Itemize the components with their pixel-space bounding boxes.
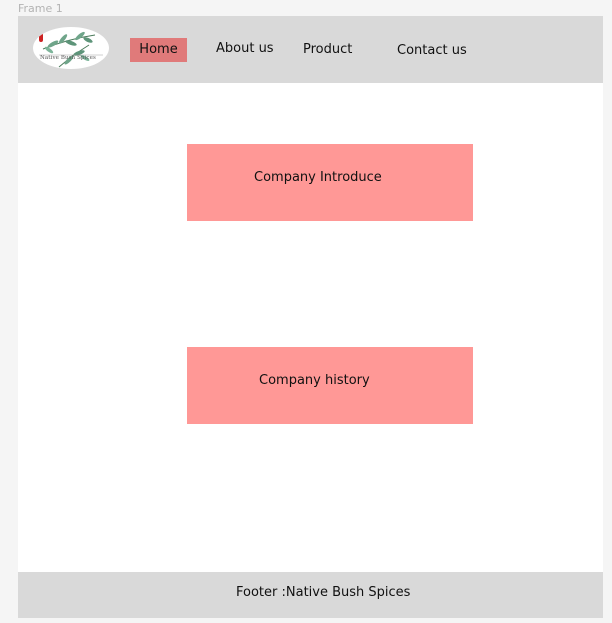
company-introduce-card[interactable]: Company Introduce bbox=[187, 144, 473, 221]
nav-about-us[interactable]: About us bbox=[216, 37, 274, 61]
leaf-branch-logo-icon bbox=[39, 31, 103, 68]
nav-home[interactable]: Home bbox=[130, 38, 187, 62]
footer-text: Footer :Native Bush Spices bbox=[236, 585, 411, 600]
frame-label: Frame 1 bbox=[18, 2, 63, 15]
company-introduce-label: Company Introduce bbox=[254, 170, 382, 185]
site-logo[interactable]: Native Bush Spices bbox=[33, 27, 109, 69]
page-frame: Native Bush Spices Home About us Product… bbox=[18, 16, 603, 618]
nav-contact-us[interactable]: Contact us bbox=[397, 39, 467, 63]
footer-bar: Footer :Native Bush Spices bbox=[18, 572, 603, 618]
company-history-card[interactable]: Company history bbox=[187, 347, 473, 424]
header-bar: Native Bush Spices Home About us Product… bbox=[18, 16, 603, 83]
nav-product[interactable]: Product bbox=[303, 38, 352, 62]
logo-text: Native Bush Spices bbox=[40, 55, 96, 61]
company-history-label: Company history bbox=[259, 373, 370, 388]
